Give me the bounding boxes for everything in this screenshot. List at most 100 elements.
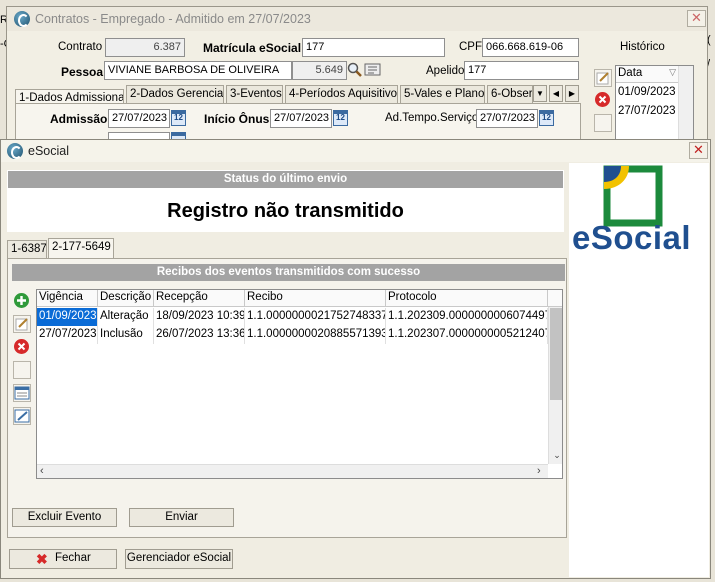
historico-list[interactable]: Data ▽ 01/09/2023 27/07/2023 <box>615 65 694 147</box>
contratos-close-button[interactable]: ✕ <box>687 10 706 27</box>
table-cell-recibo[interactable]: 1.1.0000000020885571393 <box>245 326 386 344</box>
column-header-recepcao[interactable]: Recepção <box>154 290 245 307</box>
close-x-icon: ✖ <box>36 551 48 567</box>
historico-label: Histórico <box>620 41 665 53</box>
historico-row[interactable]: 01/09/2023 <box>616 84 678 102</box>
historico-scrollbar[interactable] <box>678 66 693 146</box>
esocial-logo-mark-icon <box>603 165 663 227</box>
grid-vertical-scrollbar[interactable]: ⌄ <box>548 307 562 464</box>
tabs-dropdown-button[interactable]: ▼ <box>533 85 547 102</box>
inicio-onus-label: Início Ônus <box>204 112 270 126</box>
status-text: Registro não transmitido <box>167 200 404 222</box>
person-card-button[interactable] <box>364 62 382 80</box>
add-icon <box>14 293 29 308</box>
pessoa-field[interactable]: VIVIANE BARBOSA DE OLIVEIRA <box>104 61 292 80</box>
ad-tempo-label: Ad.Tempo.Serviço <box>385 112 479 124</box>
app-logo-icon <box>14 11 30 27</box>
edit-details-button[interactable] <box>13 407 31 425</box>
scroll-down-arrow-icon[interactable]: ⌄ <box>549 450 562 461</box>
esocial-window: eSocial ✕ eSocial Status do último envio… <box>0 139 711 579</box>
search-person-button[interactable] <box>347 62 365 80</box>
contrato-field: 6.387 <box>105 38 185 57</box>
status-header: Status do último envio <box>8 171 563 188</box>
contrato-label: Contrato <box>58 41 103 53</box>
edit-icon <box>596 72 609 85</box>
cpf-field[interactable]: 066.668.619-06 <box>482 38 579 57</box>
table-cell-vigencia[interactable]: 01/09/2023 <box>37 308 98 326</box>
tab-dados-gerenciais[interactable]: 2-Dados Gerenciais <box>126 85 224 104</box>
view-details-button[interactable] <box>13 384 31 402</box>
window-edit-icon <box>14 409 30 423</box>
table-cell-descricao[interactable]: Inclusão <box>98 326 154 344</box>
table-cell-protocolo[interactable]: 1.1.202307.0000000005212407 <box>386 326 548 344</box>
contratos-window-title: Contratos - Empregado - Admitido em 27/0… <box>35 12 311 26</box>
table-cell-protocolo[interactable]: 1.1.202309.0000000006074497 <box>386 308 548 326</box>
apelido-label: Apelido <box>426 65 465 77</box>
blank-tool-button[interactable] <box>13 361 31 379</box>
magnifier-icon <box>347 62 362 77</box>
inicio-onus-calendar-icon[interactable]: 12 <box>333 110 348 126</box>
admissao-field[interactable]: 27/07/2023 <box>108 109 170 128</box>
matricula-label: Matrícula eSocial <box>203 41 302 55</box>
matricula-field[interactable]: 177 <box>302 38 445 57</box>
table-cell-descricao[interactable]: Alteração <box>98 308 154 326</box>
column-header-protocolo[interactable]: Protocolo <box>386 290 548 307</box>
column-header-descricao[interactable]: Descrição <box>98 290 154 307</box>
fechar-button[interactable]: ✖ Fechar <box>9 549 117 569</box>
tab-contrato[interactable]: 1-6387 <box>7 240 47 258</box>
grid-vertical-scroll-thumb[interactable] <box>550 308 562 400</box>
header-scroll-corner <box>548 290 562 307</box>
cpf-label: CPF <box>459 41 482 53</box>
scroll-right-arrow-icon[interactable]: › <box>537 465 541 477</box>
admissao-label: Admissão <box>50 112 108 126</box>
fechar-label: Fechar <box>55 552 91 564</box>
tab-eventos[interactable]: 3-Eventos <box>226 85 283 104</box>
inicio-onus-field[interactable]: 27/07/2023 <box>270 109 332 128</box>
enviar-button[interactable]: Enviar <box>129 508 234 527</box>
table-cell-vigencia[interactable]: 27/07/2023 <box>37 326 98 344</box>
tabs-prev-button[interactable]: ◀ <box>549 85 563 102</box>
tabs-next-button[interactable]: ▶ <box>565 85 579 102</box>
delete-history-button[interactable] <box>594 91 612 109</box>
ad-tempo-field[interactable]: 27/07/2023 <box>476 109 538 128</box>
tab-matricula[interactable]: 2-177-5649 <box>48 238 114 259</box>
excluir-evento-button[interactable]: Excluir Evento <box>12 508 117 527</box>
table-cell-recepcao[interactable]: 18/09/2023 10:39 <box>154 308 245 326</box>
recibos-header: Recibos dos eventos transmitidos com suc… <box>12 264 565 281</box>
contratos-titlebar: Contratos - Empregado - Admitido em 27/0… <box>7 7 707 31</box>
column-header-recibo[interactable]: Recibo <box>245 290 386 307</box>
admissao-calendar-icon[interactable]: 12 <box>171 110 186 126</box>
recibos-grid[interactable]: Vigência Descrição Recepção Recibo Proto… <box>36 289 563 479</box>
add-event-button[interactable] <box>13 292 31 310</box>
sort-indicator-icon: ▽ <box>669 67 676 77</box>
pessoa-label: Pessoa <box>61 65 104 79</box>
delete-icon <box>14 339 29 354</box>
scroll-left-arrow-icon[interactable]: ‹ <box>40 465 44 477</box>
contratos-window: Contratos - Empregado - Admitido em 27/0… <box>6 6 708 151</box>
pessoa-code-field: 5.649 <box>292 61 347 80</box>
esocial-close-button[interactable]: ✕ <box>689 142 708 159</box>
window-list-icon <box>14 386 30 400</box>
tab-periodos-aquisitivos[interactable]: 4-Períodos Aquisitivos <box>285 85 398 104</box>
esocial-logo-text: eSocial <box>572 219 692 256</box>
esocial-window-title: eSocial <box>28 144 69 158</box>
esocial-logo: eSocial <box>571 165 707 260</box>
blank-history-button[interactable] <box>594 114 612 132</box>
gerenciador-esocial-button[interactable]: Gerenciador eSocial <box>125 549 233 569</box>
esocial-titlebar: eSocial ✕ <box>1 140 710 162</box>
apelido-field[interactable]: 177 <box>464 61 579 80</box>
edit-history-button[interactable] <box>594 69 612 87</box>
delete-event-button[interactable] <box>13 338 31 356</box>
column-header-vigencia[interactable]: Vigência <box>37 290 98 307</box>
historico-header-data[interactable]: Data ▽ <box>616 66 678 83</box>
ad-tempo-calendar-icon[interactable]: 12 <box>539 110 554 126</box>
card-icon <box>364 63 381 76</box>
table-cell-recibo[interactable]: 1.1.0000000021752748337 <box>245 308 386 326</box>
tab-vales-planos[interactable]: 5-Vales e Planos <box>400 85 485 104</box>
tab-observacoes[interactable]: 6-Observ <box>487 85 533 104</box>
app-logo-icon <box>7 143 23 159</box>
table-cell-recepcao[interactable]: 26/07/2023 13:36 <box>154 326 245 344</box>
grid-horizontal-scrollbar[interactable]: ‹ › <box>37 464 548 478</box>
edit-event-button[interactable] <box>13 315 31 333</box>
historico-row[interactable]: 27/07/2023 <box>616 103 678 121</box>
